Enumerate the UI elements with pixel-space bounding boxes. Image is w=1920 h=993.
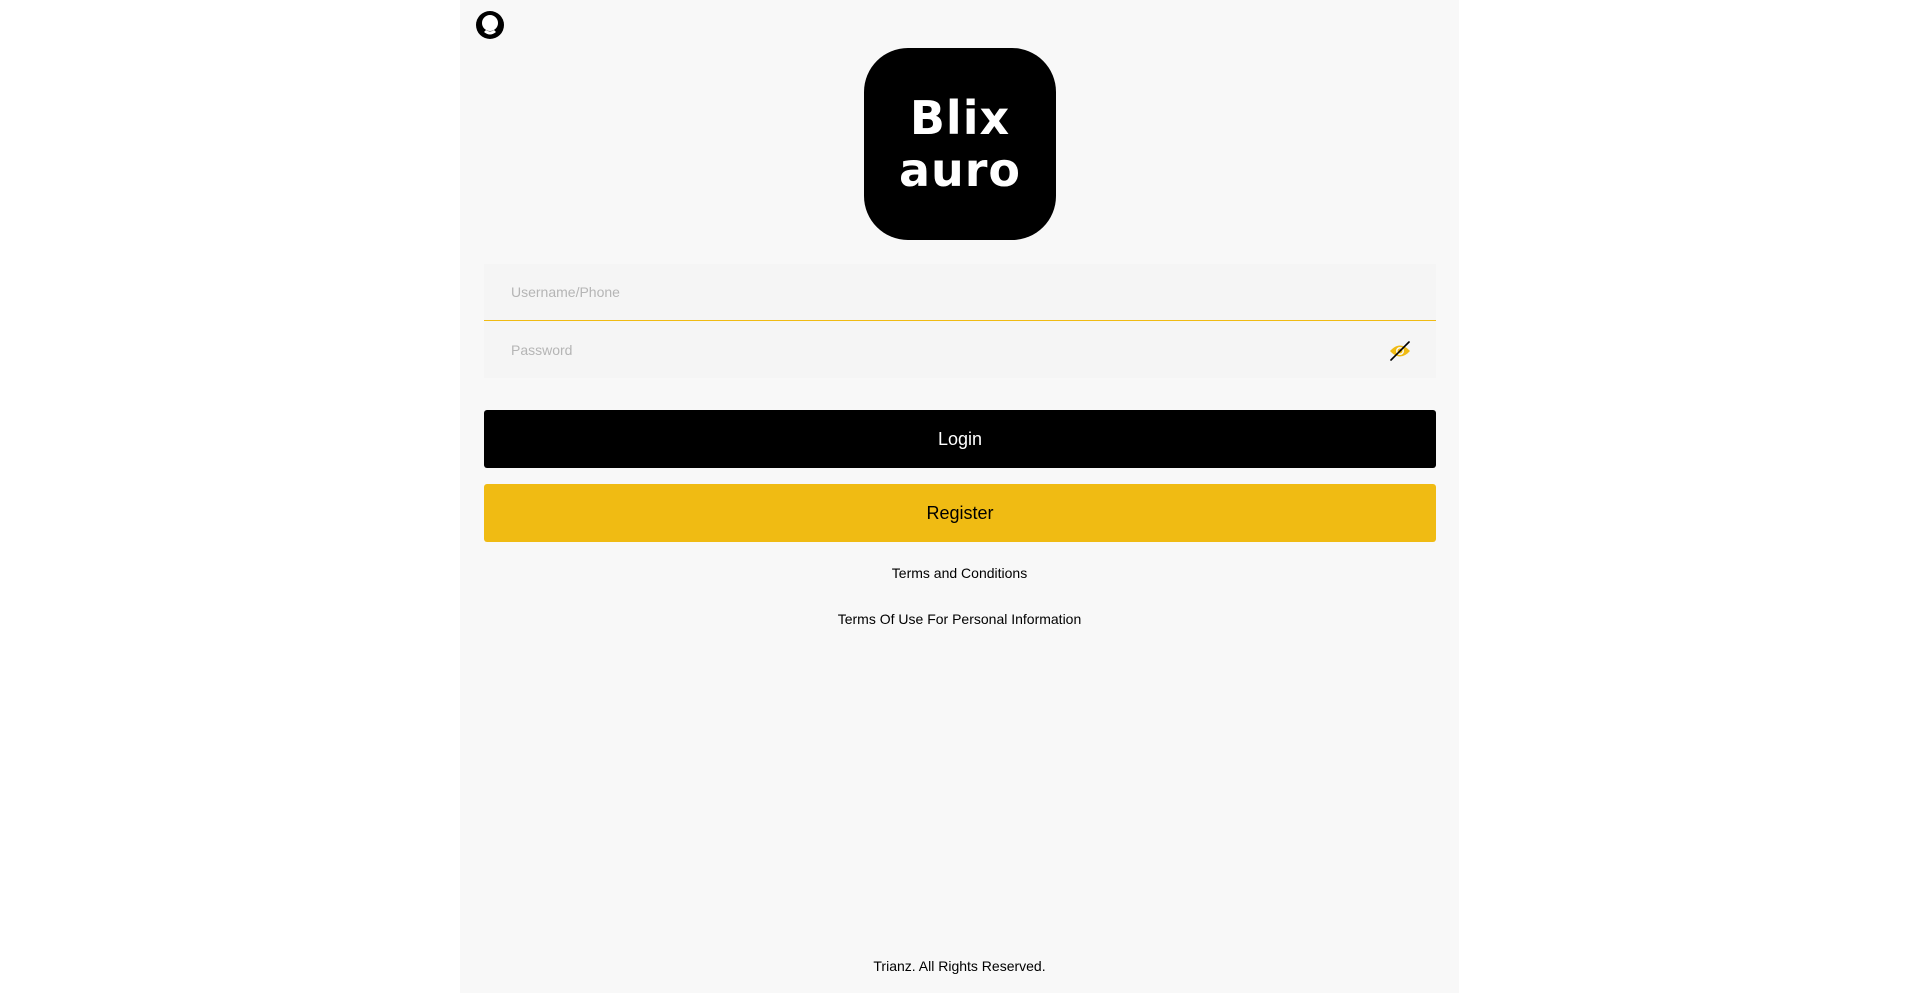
password-input[interactable] — [484, 321, 1436, 378]
register-button[interactable]: Register — [484, 484, 1436, 542]
username-field-container — [484, 264, 1436, 321]
login-button[interactable]: Login — [484, 410, 1436, 468]
footer-copyright: Trianz. All Rights Reserved. — [873, 958, 1046, 974]
terms-and-conditions-link[interactable]: Terms and Conditions — [460, 565, 1459, 581]
customer-service-icon[interactable] — [475, 10, 505, 40]
username-input[interactable] — [484, 264, 1436, 320]
login-page: Blix auro Login Register Terms and Condi… — [460, 0, 1459, 993]
personal-information-terms-link[interactable]: Terms Of Use For Personal Information — [460, 611, 1459, 627]
eye-slash-icon[interactable] — [1388, 339, 1412, 363]
password-field-container — [484, 321, 1436, 378]
brand-logo: Blix auro — [864, 48, 1056, 240]
logo-line-2: auro — [898, 143, 1022, 197]
logo-line-1: Blix — [909, 91, 1011, 145]
login-form — [484, 264, 1436, 378]
